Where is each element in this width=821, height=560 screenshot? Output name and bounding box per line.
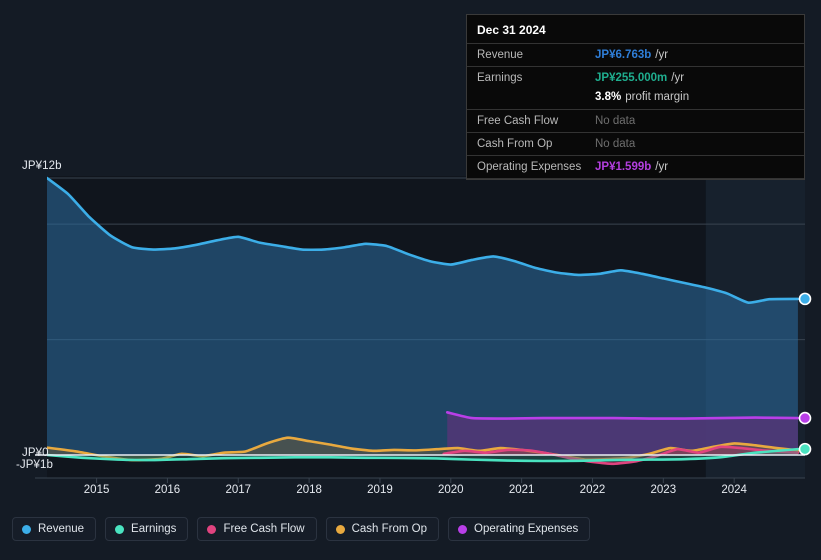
legend-color-dot-icon xyxy=(115,524,125,534)
x-axis-tick-label: 2015 xyxy=(83,484,110,496)
tooltip-row-value: JP¥1.599b xyxy=(595,161,652,173)
x-axis-tick-label: 2018 xyxy=(296,484,322,496)
legend-item-label: Cash From Op xyxy=(351,523,428,535)
tooltip-row-value: JP¥6.763b xyxy=(595,49,652,61)
legend-item-label: Operating Expenses xyxy=(474,523,579,535)
tooltip-row-unit: /yr xyxy=(655,49,669,61)
tooltip-row-value: JP¥255.000m xyxy=(595,72,668,84)
tooltip-row: 3.8% profit margin xyxy=(467,89,804,109)
y-axis-tick-label: JP¥12b xyxy=(22,160,62,172)
legend-color-dot-icon xyxy=(458,524,468,534)
x-axis-tick-label: 2017 xyxy=(225,484,252,496)
tooltip-row-label: Cash From Op xyxy=(477,138,553,150)
legend-item-operating-expenses[interactable]: Operating Expenses xyxy=(448,517,591,541)
tooltip-row: Operating Expenses JP¥1.599b/yr xyxy=(467,155,804,178)
x-axis-tick-label: 2020 xyxy=(437,484,464,496)
legend-item-label: Revenue xyxy=(38,523,85,535)
tooltip-row-label: Revenue xyxy=(477,49,524,61)
endpoint-marker-revenue xyxy=(798,292,812,306)
tooltip-row-value: No data xyxy=(595,138,636,150)
tooltip-row: Revenue JP¥6.763b/yr xyxy=(467,43,804,66)
tooltip-row-label: Operating Expenses xyxy=(477,161,582,173)
legend-color-dot-icon xyxy=(207,524,217,534)
x-axis-tick-label: 2019 xyxy=(367,484,393,496)
legend-color-dot-icon xyxy=(335,524,345,534)
legend-item-cash-from-op[interactable]: Cash From Op xyxy=(325,517,440,541)
tooltip-bottom-rule xyxy=(467,178,804,179)
chart-tooltip: Dec 31 2024 Revenue JP¥6.763b/yr Earnings J… xyxy=(466,14,805,180)
tooltip-row-label: Earnings xyxy=(477,72,523,84)
tooltip-row-unit: /yr xyxy=(671,72,685,84)
y-axis-tick-label: JP¥0 xyxy=(22,447,49,459)
legend-color-dot-icon xyxy=(22,524,31,534)
x-axis-tick-label: 2023 xyxy=(650,484,677,496)
legend-item-earnings[interactable]: Earnings xyxy=(105,517,189,541)
chart-legend: Revenue Earnings Free Cash Flow Cash From O… xyxy=(12,517,591,541)
x-axis-tick-label: 2022 xyxy=(579,484,606,496)
legend-item-label: Free Cash Flow xyxy=(223,523,305,535)
endpoint-marker-operating-expenses xyxy=(798,411,812,425)
tooltip-row-unit: /yr xyxy=(655,161,669,173)
tooltip-row-unit: profit margin xyxy=(625,91,690,103)
x-axis-tick-label: 2024 xyxy=(721,484,747,496)
legend-item-label: Earnings xyxy=(131,523,177,535)
endpoint-marker-earnings xyxy=(798,442,812,456)
legend-item-revenue[interactable]: Revenue xyxy=(12,517,97,541)
x-axis-tick-label: 2021 xyxy=(508,484,535,496)
x-axis-tick-label: 2016 xyxy=(154,484,181,496)
financial-chart: JP¥12b JP¥0 -JP¥1b 2015 2016 2017 2018 2019 202… xyxy=(0,0,821,560)
tooltip-row: Free Cash Flow No data xyxy=(467,109,804,132)
tooltip-date: Dec 31 2024 xyxy=(477,23,546,37)
y-axis-tick-label: -JP¥1b xyxy=(16,459,54,471)
tooltip-row-label: Free Cash Flow xyxy=(477,115,559,127)
tooltip-row-value: 3.8% xyxy=(595,91,622,103)
tooltip-row-value: No data xyxy=(595,115,636,127)
legend-item-free-cash-flow[interactable]: Free Cash Flow xyxy=(197,517,317,541)
tooltip-row: Earnings JP¥255.000m/yr xyxy=(467,66,804,89)
tooltip-row: Cash From Op No data xyxy=(467,132,804,155)
